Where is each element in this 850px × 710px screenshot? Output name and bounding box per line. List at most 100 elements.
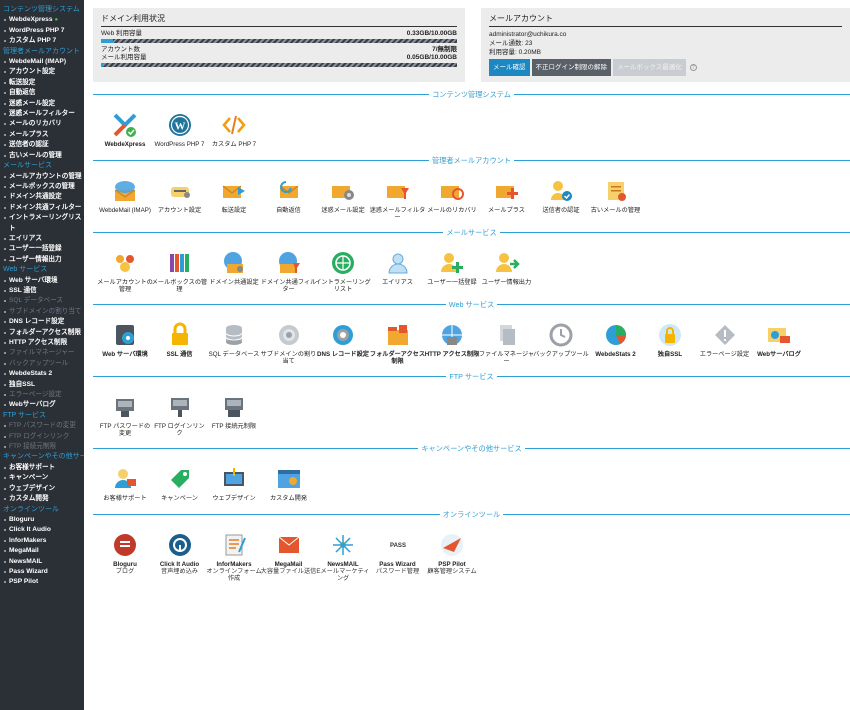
service-tile[interactable]: ユーザー一括登録 [424,250,480,286]
service-tile[interactable]: ドメイン共通フィルター [261,250,317,293]
service-tile[interactable]: PASS Pass Wizard パスワード管理 [370,532,426,575]
sidebar-item[interactable]: 古いメールの管理 [0,151,84,161]
sidebar-item[interactable]: メールのリカバリ [0,119,84,129]
service-tile[interactable]: メールボックスの管理 [152,250,208,293]
sidebar-item[interactable]: Webサーバログ [0,400,84,410]
sidebar-item[interactable]: バックアップツール [0,359,84,369]
service-tile[interactable]: 独自SSL [642,322,698,358]
service-tile[interactable]: InforMakers オンラインフォーム作成 [206,532,262,582]
sidebar-item[interactable]: イントラメーリングリスト [0,213,84,234]
sidebar-item[interactable]: メールボックスの管理 [0,182,84,192]
service-tile[interactable]: FTP 接続元制限 [206,394,262,430]
service-tile[interactable]: キャンペーン [152,466,208,502]
sidebar-item[interactable]: FTP パスワードの変更 [0,421,84,431]
service-tile[interactable]: エイリアス [370,250,426,286]
sidebar-item[interactable]: SQL データベース [0,296,84,306]
service-tile[interactable]: SQL データベース [206,322,262,358]
service-tile[interactable]: SSL 通信 [152,322,208,358]
service-tile[interactable]: メールプラス [479,178,535,214]
service-tile[interactable]: Webサーバログ [751,322,807,358]
sidebar-item[interactable]: Pass Wizard [0,567,84,577]
sidebar-item[interactable]: InforMakers [0,536,84,546]
sidebar-item[interactable]: Bloguru [0,515,84,525]
sidebar-item[interactable]: WebdeMail (IMAP) [0,57,84,67]
unlock-login-button[interactable]: 不正ログイン制限の解除 [531,59,611,76]
sidebar-item[interactable]: アカウント設定 [0,67,84,77]
help-icon[interactable]: ? [689,64,697,71]
service-tile[interactable]: ドメイン共通設定 [206,250,262,286]
service-tile[interactable]: Bloguru ブログ [97,532,153,575]
service-tile[interactable]: 自動返信 [261,178,317,214]
sidebar-item[interactable]: キャンペーン [0,473,84,483]
sidebar-item[interactable]: 独自SSL [0,380,84,390]
service-tile[interactable]: サブドメインの割り当て [261,322,317,365]
service-tile[interactable]: お客様サポート [97,466,153,502]
sidebar-item[interactable]: フォルダーアクセス制限 [0,328,84,338]
sidebar-item[interactable]: DNS レコード設定 [0,317,84,327]
service-tile[interactable]: メールのリカバリ [424,178,480,214]
sidebar-item[interactable]: メールアカウントの管理 [0,172,84,182]
sidebar-item[interactable]: ユーザー情報出力 [0,255,84,265]
service-tile[interactable]: Web サーバ環境 [97,322,153,358]
service-tile[interactable]: 送信者の認証 [533,178,589,214]
service-tile[interactable]: DNS レコード設定 [315,322,371,358]
service-tile[interactable]: カスタム開発 [261,466,317,502]
sidebar-item[interactable]: お客様サポート [0,463,84,473]
sidebar-item[interactable]: 送信者の認証 [0,140,84,150]
service-tile[interactable]: メールアカウントの管理 [97,250,153,293]
sidebar-item[interactable]: MegaMail [0,546,84,556]
sidebar-item[interactable]: メールプラス [0,130,84,140]
sidebar-item[interactable]: 迷惑メールフィルター [0,109,84,119]
service-tile[interactable]: イントラメーリングリスト [315,250,371,293]
sidebar-item[interactable]: FTP ログインリンク [0,432,84,442]
service-tile[interactable]: エラーページ設定 [697,322,753,358]
service-tile[interactable]: W WordPress PHP 7 [152,112,208,148]
service-tile[interactable]: FTP パスワードの変更 [97,394,153,437]
sidebar-item[interactable]: WebdeXpress ● [0,15,84,25]
service-tile[interactable]: 迷惑メール設定 [315,178,371,214]
service-tile[interactable]: WebdeStats 2 [588,322,644,358]
service-tile[interactable]: ファイルマネージャー [479,322,535,365]
sidebar-item[interactable]: ドメイン共通フィルター [0,203,84,213]
service-tile[interactable]: フォルダーアクセス制限 [370,322,426,365]
sidebar-item[interactable]: Click It Audio [0,525,84,535]
sidebar-item[interactable]: NewsMAIL [0,557,84,567]
service-tile[interactable]: アカウント設定 [152,178,208,214]
sidebar-item[interactable]: サブドメインの割り当て [0,307,84,317]
optimize-mailbox-button[interactable]: メールボックス最適化 [613,59,686,76]
sidebar-item[interactable]: 自動返信 [0,88,84,98]
service-tile[interactable]: WebdeXpress [97,112,153,148]
sidebar-item[interactable]: 転送設定 [0,78,84,88]
sidebar-item[interactable]: FTP 接続元制限 [0,442,84,452]
sidebar-item[interactable]: ユーザー一括登録 [0,244,84,254]
sidebar-item[interactable]: エラーページ設定 [0,390,84,400]
service-tile[interactable]: 迷惑メールフィルター [370,178,426,221]
sidebar-item[interactable]: PSP Pilot [0,577,84,587]
service-tile[interactable]: MegaMail 大容量ファイル送信 [261,532,317,575]
service-tile[interactable]: WebdeMail (IMAP) [97,178,153,214]
service-tile[interactable]: HTTP アクセス制限 [424,322,480,358]
sidebar-item[interactable]: WebdeStats 2 [0,369,84,379]
sidebar-item[interactable]: カスタム開発 [0,494,84,504]
sidebar-item[interactable]: WordPress PHP 7 [0,26,84,36]
sidebar-item[interactable]: エイリアス [0,234,84,244]
service-tile[interactable]: PSP Pilot 顧客管理システム [424,532,480,575]
sidebar-item[interactable]: カスタム PHP 7 [0,36,84,46]
service-tile[interactable]: 古いメールの管理 [588,178,644,214]
sidebar-item[interactable]: ウェブデザイン [0,484,84,494]
sidebar-item[interactable]: 迷惑メール設定 [0,99,84,109]
service-tile[interactable]: FTP ログインリンク [152,394,208,437]
service-tile[interactable]: Click It Audio 音声埋め込み [152,532,208,575]
sidebar-item[interactable]: SSL 通信 [0,286,84,296]
sidebar-item[interactable]: ファイルマネージャー [0,348,84,358]
sidebar-item[interactable]: HTTP アクセス制限 [0,338,84,348]
service-tile[interactable]: カスタム PHP 7 [206,112,262,148]
service-tile[interactable]: NewsMAIL Eメールマーケティング [315,532,371,582]
service-tile[interactable]: バックアップツール [533,322,589,358]
check-mail-button[interactable]: メール確認 [489,59,530,76]
service-tile[interactable]: ユーザー情報出力 [479,250,535,286]
service-tile[interactable]: ウェブデザイン [206,466,262,502]
sidebar-item[interactable]: Web サーバ環境 [0,276,84,286]
service-tile[interactable]: 転送設定 [206,178,262,214]
sidebar-item[interactable]: ドメイン共通設定 [0,192,84,202]
